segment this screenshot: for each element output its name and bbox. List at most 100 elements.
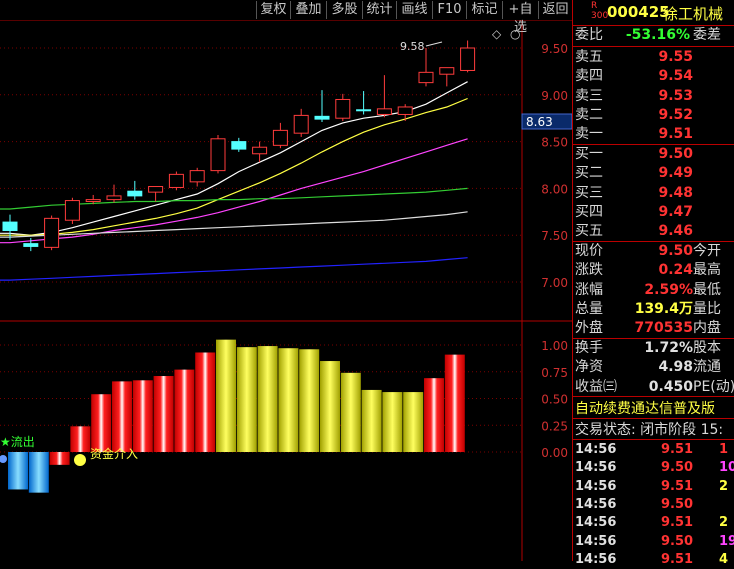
peak-arrow [425, 41, 443, 47]
price-tick-label: 8.50 [541, 136, 568, 150]
indicator-bar [340, 372, 361, 452]
tick-volume: 10 [719, 460, 734, 476]
indicator-tick-label: 1.00 [541, 339, 568, 353]
divider [573, 46, 734, 47]
price-tick-label: 9.00 [541, 89, 568, 103]
tick-row: 14:56 9.51 2 [573, 478, 734, 496]
stat-label-2: 股本 [693, 340, 721, 356]
price-tick-label: 8.00 [541, 182, 568, 196]
toolbar-button-7[interactable]: +自选 [502, 1, 538, 35]
sell-level-price: 9.52 [658, 106, 693, 123]
moving-average-line [0, 257, 468, 281]
indicator-bar [361, 389, 382, 452]
tick-price: 9.51 [661, 478, 694, 494]
quote-value: 0.24 [658, 262, 693, 279]
stat-label: 收益㈢ [575, 378, 617, 395]
quote-label-2: 最低 [693, 281, 721, 298]
candle-body [2, 221, 18, 232]
toolbar-button-3[interactable]: 统计 [362, 1, 396, 19]
tick-volume: 1 [719, 442, 729, 457]
candle-body [376, 108, 392, 115]
sell-level-price: 9.54 [658, 68, 693, 85]
quote-row: 外盘 770535 内盘 [573, 319, 734, 338]
sell-level-row[interactable]: 卖二 9.52 [573, 106, 734, 125]
tick-price: 9.51 [661, 515, 694, 531]
candle-body [314, 115, 330, 120]
quote-label-2: 最高 [693, 262, 721, 279]
sell-level-row[interactable]: 卖三 9.53 [573, 87, 734, 106]
quote-row: 涨幅 2.59% 最低 [573, 281, 734, 300]
indicator-bar [8, 452, 28, 490]
buy-level-row[interactable]: 买三 9.48 [573, 184, 734, 203]
toolbar-button-0[interactable]: 复权 [256, 1, 290, 19]
sell-level-price: 9.55 [658, 49, 693, 65]
sell-level-label: 卖一 [575, 126, 603, 143]
sell-level-row[interactable]: 卖一 9.51 [573, 125, 734, 144]
sell-level-row[interactable]: 卖四 9.54 [573, 67, 734, 86]
toolbar-button-6[interactable]: 标记 [466, 1, 502, 19]
buy-level-label: 买四 [575, 203, 603, 220]
price-tick-label: 7.00 [541, 276, 568, 290]
toolbar-button-2[interactable]: 多股 [326, 1, 362, 19]
tick-price: 9.51 [661, 442, 694, 457]
candle-body [23, 243, 39, 247]
stock-badge-bottom: 300 [591, 11, 609, 21]
diamond-icon: ◇ [492, 27, 502, 41]
sell-level-price: 9.53 [658, 87, 693, 104]
buy-level-price: 9.48 [658, 184, 693, 201]
tick-row: 14:56 9.51 4 [573, 551, 734, 569]
indicator-bar [403, 392, 424, 452]
tick-row: 14:56 9.51 2 [573, 514, 734, 532]
toolbar-button-8[interactable]: 返回 [538, 1, 572, 19]
candle-body [189, 170, 205, 183]
indicator-bar [153, 376, 174, 452]
candle-body [106, 195, 122, 201]
order-diff-label: 委差 [693, 27, 721, 43]
inflow-label: 资金介入 [90, 446, 138, 461]
price-tick-label: 7.50 [541, 229, 568, 243]
tick-time: 14:56 [575, 460, 617, 476]
candle-body [168, 173, 184, 188]
quote-value: 139.4万 [634, 300, 693, 317]
candle-body [64, 200, 80, 221]
buy-level-row[interactable]: 买一 9.50 [573, 145, 734, 164]
renewal-banner[interactable]: 自动续费通达信普及版 [575, 398, 715, 418]
sell-level-label: 卖五 [575, 49, 603, 65]
buy-level-row[interactable]: 买二 9.49 [573, 164, 734, 183]
order-ratio-label: 委比 [575, 27, 603, 43]
tick-price: 9.50 [661, 496, 694, 512]
indicator-bar [70, 426, 91, 452]
stock-header[interactable]: R 300 000425 徐工机械 [575, 0, 734, 24]
sell-level-row[interactable]: 卖五 9.55 [573, 48, 734, 67]
buy-level-row[interactable]: 买五 9.46 [573, 222, 734, 241]
quote-value: 2.59% [644, 281, 693, 298]
toolbar-button-5[interactable]: F10 [432, 1, 466, 19]
indicator-tick-label: 0.50 [541, 393, 568, 407]
quote-label: 总量 [575, 300, 603, 317]
indicator-bar [299, 349, 320, 452]
tick-volume: 4 [719, 551, 729, 567]
indicator-bar [112, 381, 132, 452]
stat-value: 0.450 [648, 378, 693, 395]
tick-volume: 19 [719, 533, 734, 549]
candle-body [439, 67, 455, 75]
candle-body [460, 47, 476, 71]
stock-code: 000425 [607, 3, 670, 21]
toolbar-button-1[interactable]: 叠加 [290, 1, 326, 19]
toolbar-button-4[interactable]: 画线 [396, 1, 432, 19]
buy-level-row[interactable]: 买四 9.47 [573, 203, 734, 222]
indicator-tick-label: 0.25 [541, 419, 568, 433]
candle-body [44, 217, 60, 248]
candle-body [356, 109, 372, 112]
candle-body [418, 71, 434, 84]
indicator-bar [236, 347, 257, 452]
candle-body [252, 146, 268, 155]
sell-level-label: 卖二 [575, 106, 603, 123]
stat-row: 换手 1.72% 股本 [573, 339, 734, 358]
kline-chart[interactable]: 9.509.008.508.007.507.008.63◇ ○1.000.750.… [0, 0, 572, 561]
divider [573, 396, 734, 397]
quote-label-2: 量比 [693, 300, 721, 317]
buy-level-price: 9.50 [658, 146, 693, 162]
tick-time: 14:56 [575, 442, 617, 457]
buy-level-price: 9.47 [658, 203, 693, 220]
